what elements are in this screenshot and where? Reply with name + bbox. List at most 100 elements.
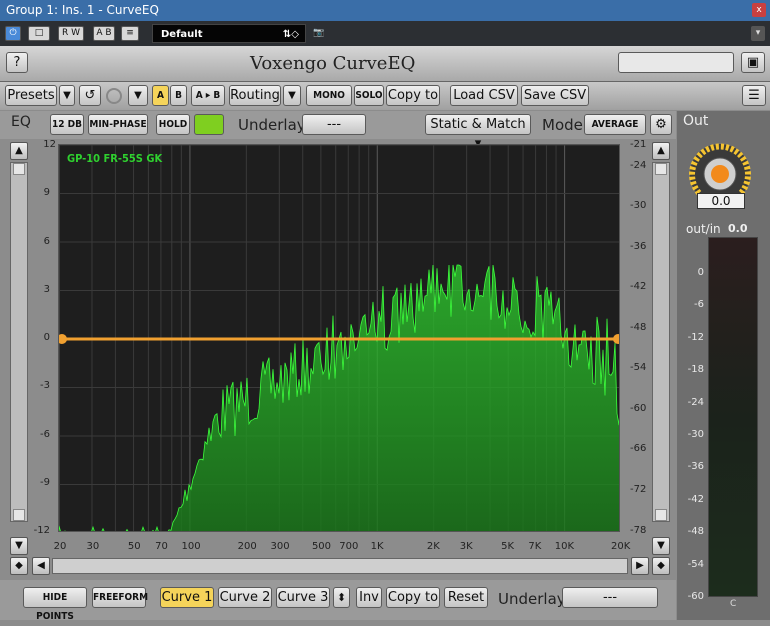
host-preset-selector[interactable]: Default ⇅◇ [152, 24, 306, 43]
range-button[interactable]: 12 DB [50, 114, 84, 135]
presets-dropdown-icon[interactable]: ▼ [59, 85, 75, 106]
right-level-tick: -48 [630, 322, 647, 333]
underlay-label: Underlay [238, 116, 306, 134]
mode-select[interactable]: AVERAGE [584, 114, 646, 135]
scroll-down-left-icon[interactable]: ▼ [10, 537, 28, 555]
close-button[interactable]: x [752, 3, 766, 17]
preset-arrows-icon[interactable]: ⇅◇ [283, 25, 299, 44]
window-title-bar: Group 1: Ins. 1 - CurveEQ x [0, 0, 770, 21]
spectrum-label: GP-10 FR-55S GK [67, 152, 162, 165]
outin-value: 0.0 [728, 222, 748, 235]
frequency-tick: 300 [270, 541, 290, 552]
meter-tick: -60 [687, 591, 704, 602]
underlay-select[interactable]: --- [302, 114, 366, 135]
solo-button[interactable]: SOLO [354, 85, 384, 106]
scroll-up-right-icon[interactable]: ▲ [652, 142, 670, 160]
knob-value[interactable]: 0.0 [697, 193, 745, 209]
min-phase-button[interactable]: MIN-PHASE [88, 114, 148, 135]
bottom-underlay-select[interactable]: --- [562, 587, 658, 608]
meter-tick: -12 [687, 331, 704, 343]
invert-button[interactable]: Inv [356, 587, 382, 608]
main-menu-icon[interactable]: ☰ [742, 85, 766, 106]
meter-tick: -36 [687, 461, 704, 473]
static-match-label: Static & Match [430, 117, 526, 132]
freeform-button[interactable]: FREEFORM [92, 587, 148, 608]
frequency-tick: 3K [459, 541, 473, 552]
curve-copy-to-button[interactable]: Copy to [386, 587, 440, 608]
curve3-button[interactable]: Curve 3 [276, 587, 330, 608]
header-field[interactable] [618, 52, 734, 73]
reset-button[interactable]: Reset [444, 587, 488, 608]
menu-icon[interactable]: ≡ [121, 26, 139, 41]
meter-tick: -30 [687, 429, 704, 440]
ab-dropdown-icon[interactable]: ▼ [128, 85, 148, 106]
right-level-tick: -66 [630, 443, 647, 454]
horizontal-scrollbar[interactable] [52, 558, 628, 574]
right-vertical-scrollbar[interactable] [652, 162, 670, 522]
right-scroll-thumb[interactable] [655, 163, 667, 175]
host-dropdown-icon[interactable]: ▾ [751, 26, 765, 41]
frequency-tick: 7K [528, 541, 542, 552]
frequency-tick: 50 [127, 541, 141, 552]
curve1-button[interactable]: Curve 1 [160, 587, 214, 608]
save-csv-button[interactable]: Save CSV [521, 85, 589, 106]
eq-curve-point-right[interactable] [613, 334, 620, 344]
spectrum-area [59, 264, 619, 531]
load-csv-button[interactable]: Load CSV [450, 85, 518, 106]
right-level-tick: -24 [630, 160, 647, 171]
left-db-tick: 3 [43, 283, 50, 295]
scroll-left-icon[interactable]: ◀ [32, 557, 50, 575]
eq-curve-point-left[interactable] [59, 334, 67, 344]
static-match-dropdown[interactable]: Static & Match ▾ [425, 114, 531, 151]
right-level-tick: -36 [630, 241, 647, 252]
right-scroll-thumb-bottom[interactable] [655, 509, 667, 521]
out-title: Out [683, 113, 709, 129]
power-icon[interactable]: ⏻ [5, 26, 21, 41]
left-vertical-scrollbar[interactable] [10, 162, 28, 522]
frequency-tick: 20 [53, 541, 67, 552]
ab-compare-button[interactable]: A B [93, 26, 115, 41]
routing-button[interactable]: Routing [229, 85, 281, 106]
meter-tick: -24 [687, 396, 704, 408]
meter-tick: -42 [687, 493, 704, 505]
bypass-icon[interactable]: □ [28, 26, 50, 41]
mono-button[interactable]: MONO [306, 85, 352, 106]
hide-points-button[interactable]: HIDE POINTS [23, 587, 87, 622]
help-button[interactable]: ? [6, 52, 28, 73]
settings-gear-icon[interactable]: ⚙ [650, 114, 672, 135]
frequency-tick: 200 [237, 541, 257, 552]
eq-graph[interactable]: GP-10 FR-55S GK [58, 144, 620, 532]
window-size-icon[interactable]: ▣ [741, 52, 765, 73]
preset-a-button[interactable]: A [152, 85, 169, 106]
preset-b-button[interactable]: B [170, 85, 187, 106]
hold-led-toggle[interactable] [194, 114, 224, 135]
presets-button[interactable]: Presets [5, 85, 57, 106]
camera-icon[interactable]: 📷 [310, 26, 328, 41]
scroll-right-icon[interactable]: ▶ [631, 557, 649, 575]
left-db-tick: -9 [40, 476, 50, 488]
host-preset-name: Default [161, 29, 203, 40]
curve-stepper-icon[interactable]: ⬍ [333, 587, 350, 608]
left-db-tick: -3 [40, 380, 50, 392]
routing-dropdown-icon[interactable]: ▼ [283, 85, 301, 106]
hold-button[interactable]: HOLD [156, 114, 190, 135]
right-level-tick: -21 [630, 139, 647, 150]
redo-icon[interactable] [106, 88, 122, 104]
read-write-button[interactable]: R W [58, 26, 84, 41]
eq-label: EQ [11, 114, 31, 130]
zoom-right-icon[interactable]: ◆ [652, 557, 670, 575]
scroll-down-right-icon[interactable]: ▼ [652, 537, 670, 555]
scroll-up-left-icon[interactable]: ▲ [10, 142, 28, 160]
curve2-button[interactable]: Curve 2 [218, 587, 272, 608]
copy-a-to-b-button[interactable]: A ▸ B [191, 85, 225, 106]
toolbar-copy-to-button[interactable]: Copy to [386, 85, 440, 106]
frequency-tick: 70 [155, 541, 168, 552]
left-scroll-thumb[interactable] [13, 163, 25, 175]
eq-graph-svg[interactable]: GP-10 FR-55S GK [59, 145, 620, 532]
host-toolbar: ⏻ □ R W A B ≡ Default ⇅◇ 📷 ▾ [0, 21, 770, 46]
bottom-bar: HIDE POINTS FREEFORM Curve 1 Curve 2 Cur… [0, 580, 676, 622]
meter-tick: -54 [687, 558, 704, 570]
left-scroll-thumb-bottom[interactable] [13, 509, 25, 521]
zoom-left-icon[interactable]: ◆ [10, 557, 28, 575]
undo-icon[interactable]: ↺ [79, 85, 101, 106]
